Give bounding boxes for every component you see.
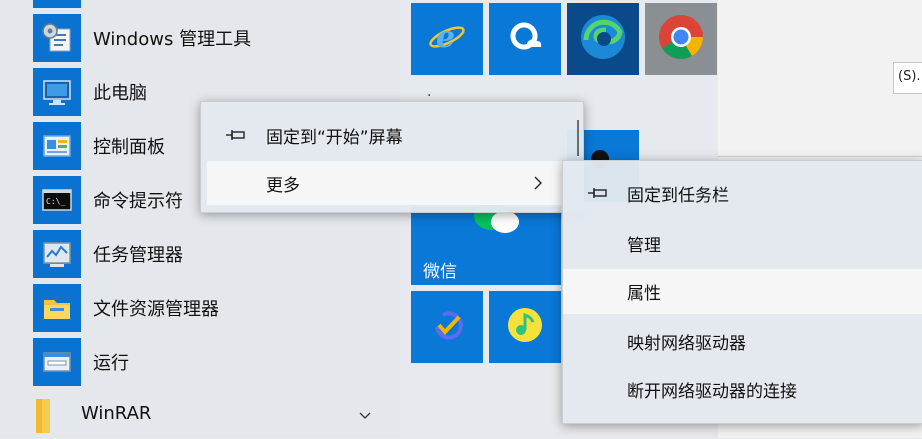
app-label: 任务管理器 xyxy=(93,245,183,266)
chrome-icon xyxy=(657,13,705,65)
menu-item-pin-to-start[interactable]: 固定到“开始”屏幕 xyxy=(201,113,583,157)
app-label: 命令提示符 xyxy=(93,191,183,212)
submenu-item-label: 管理 xyxy=(627,235,661,256)
submenu-item-label: 断开网络驱动器的连接 xyxy=(627,381,797,402)
folder-icon xyxy=(20,391,68,439)
tile-chrome[interactable] xyxy=(645,3,717,75)
context-menu: 固定到“开始”屏幕 更多 xyxy=(200,101,584,213)
svg-text:C:\_: C:\_ xyxy=(46,197,65,206)
tile-edge[interactable] xyxy=(567,3,639,75)
app-label: Windows 管理工具 xyxy=(93,29,252,50)
start-app-list: Windows 管理工具 此电脑 控制面板 C:\_ 命令提示符 任务管理器 文… xyxy=(0,0,400,438)
menu-item-label: 固定到“开始”屏幕 xyxy=(266,127,403,148)
this-pc-icon xyxy=(33,68,81,116)
edge-icon xyxy=(578,12,628,66)
previous-item-fragment xyxy=(33,0,81,8)
submenu-item-properties[interactable]: 属性 xyxy=(563,269,922,314)
submenu-item-label: 固定到任务栏 xyxy=(627,185,729,206)
qq-music-icon xyxy=(504,304,546,350)
tiles-dot: . xyxy=(427,84,432,100)
folder-label: WinRAR xyxy=(81,403,152,424)
chevron-right-icon xyxy=(534,176,542,190)
tile-qq-music[interactable] xyxy=(489,291,561,363)
app-label: 控制面板 xyxy=(93,137,165,158)
menu-item-label: 更多 xyxy=(266,175,300,196)
command-prompt-icon: C:\_ xyxy=(33,176,81,224)
app-item-admin-tools[interactable]: Windows 管理工具 xyxy=(0,11,400,65)
tile-task-app[interactable] xyxy=(411,291,483,363)
submenu-item-manage[interactable]: 管理 xyxy=(563,221,922,265)
tile-baidu-netdisk[interactable] xyxy=(489,3,561,75)
svg-text:e: e xyxy=(436,20,455,55)
pin-icon xyxy=(226,130,245,140)
submenu-item-map-drive[interactable]: 映射网络驱动器 xyxy=(563,319,922,363)
app-label: 文件资源管理器 xyxy=(93,299,219,320)
app-item-file-explorer[interactable]: 文件资源管理器 xyxy=(0,281,400,335)
app-item-run[interactable]: 运行 xyxy=(0,335,400,389)
app-label: 此电脑 xyxy=(93,83,147,104)
app-label: 运行 xyxy=(93,353,129,374)
check-circle-icon xyxy=(427,305,467,349)
control-panel-icon xyxy=(33,122,81,170)
pin-icon xyxy=(588,188,607,198)
tile-wechat[interactable]: 微信 xyxy=(411,202,561,285)
task-manager-icon xyxy=(33,230,81,278)
folder-winrar[interactable]: WinRAR xyxy=(0,389,400,438)
run-icon xyxy=(33,338,81,386)
submenu-item-pin-to-taskbar[interactable]: 固定到任务栏 xyxy=(563,171,922,215)
internet-explorer-icon: e xyxy=(427,17,467,61)
app-item-task-manager[interactable]: 任务管理器 xyxy=(0,227,400,281)
tile-internet-explorer[interactable]: e xyxy=(411,3,483,75)
baidu-netdisk-icon xyxy=(505,17,545,61)
submenu-item-disconnect-drive[interactable]: 断开网络驱动器的连接 xyxy=(563,367,922,411)
chevron-down-icon[interactable] xyxy=(358,409,372,423)
file-explorer-icon xyxy=(33,284,81,332)
submenu: 固定到任务栏 管理 属性 映射网络驱动器 断开网络驱动器的连接 xyxy=(562,160,922,424)
wechat-label: 微信 xyxy=(423,262,457,282)
submenu-item-label: 映射网络驱动器 xyxy=(627,333,746,354)
admin-tools-icon xyxy=(33,14,81,62)
menu-item-more[interactable]: 更多 xyxy=(207,161,567,205)
submenu-item-label: 属性 xyxy=(627,284,661,304)
